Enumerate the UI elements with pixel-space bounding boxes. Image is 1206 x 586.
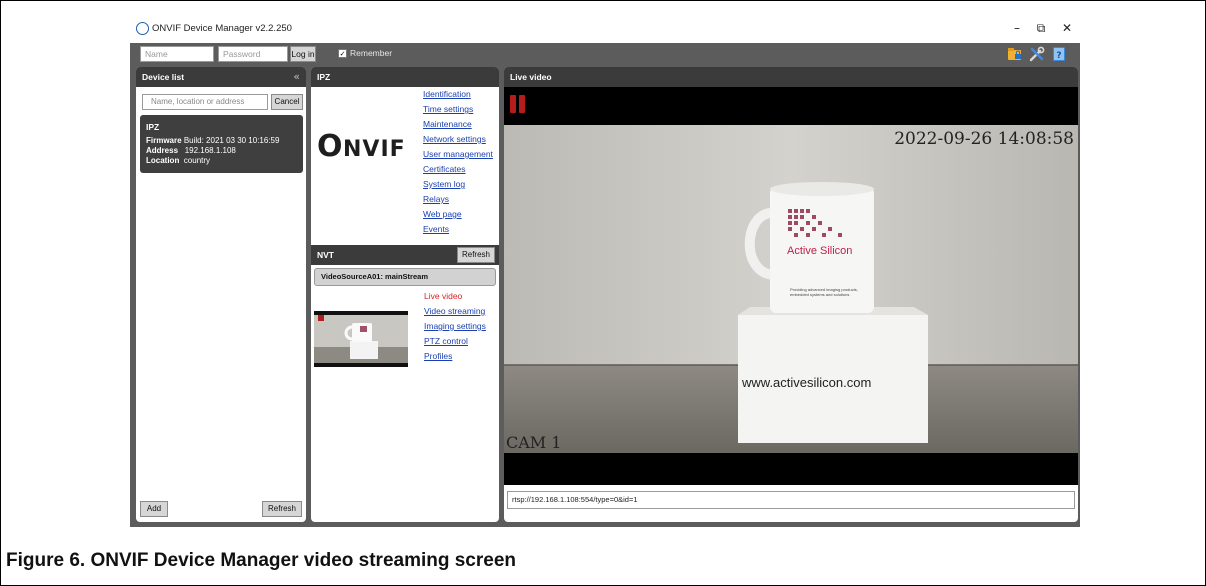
firmware-label: Firmware xyxy=(146,136,182,145)
location-value: country xyxy=(183,156,211,165)
onvif-app-icon xyxy=(136,22,149,35)
stream-link-profiles[interactable]: Profiles xyxy=(424,351,452,361)
tools-icon[interactable] xyxy=(1028,45,1046,63)
app-window: ONVIF Device Manager v2.2.250 – ⧉ ✕ Name… xyxy=(130,15,1080,527)
menu-link-relays[interactable]: Relays xyxy=(423,194,449,204)
svg-text:?: ? xyxy=(1056,51,1061,61)
stream-title[interactable]: VideoSourceA01: mainStream xyxy=(314,268,496,286)
osd-timestamp: 2022-09-26 14:08:58 xyxy=(894,129,1074,149)
video-viewport[interactable]: Active Silicon Providing advanced imagin… xyxy=(504,87,1078,485)
menu-link-events[interactable]: Events xyxy=(423,224,449,234)
mug-tagline-text: Providing advanced imaging products, emb… xyxy=(790,287,858,297)
cancel-button[interactable]: Cancel xyxy=(271,94,303,110)
ipz-header: IPZ xyxy=(311,67,499,87)
remember-checkbox[interactable]: ✓ xyxy=(338,49,347,58)
stream-url-field[interactable]: rtsp://192.168.1.108:554/type=0&id=1 xyxy=(507,491,1075,509)
device-list-panel: Device list « Name, location or address … xyxy=(136,67,306,522)
device-search-input[interactable]: Name, location or address xyxy=(142,94,268,110)
lock-folder-icon[interactable] xyxy=(1006,45,1024,63)
onvif-logo: O NVIF xyxy=(317,129,406,164)
password-input[interactable]: Password xyxy=(218,46,288,62)
box-url-text: www.activesilicon.com xyxy=(742,375,872,390)
refresh-devices-button[interactable]: Refresh xyxy=(262,501,302,517)
menu-link-web-page[interactable]: Web page xyxy=(423,209,462,219)
minimize-button[interactable]: – xyxy=(1006,19,1028,37)
svg-text:O: O xyxy=(317,129,342,164)
stream-link-imaging-settings[interactable]: Imaging settings xyxy=(424,321,486,331)
address-label: Address xyxy=(146,146,179,155)
help-book-icon[interactable]: ? xyxy=(1050,45,1068,63)
pause-icon[interactable] xyxy=(510,95,526,113)
stream-link-video-streaming[interactable]: Video streaming xyxy=(424,306,485,316)
svg-text:NVIF: NVIF xyxy=(343,137,406,162)
live-video-panel: Live video Active Silicon Providing adva… xyxy=(504,67,1078,522)
collapse-icon[interactable]: « xyxy=(293,67,300,87)
menu-link-network-settings[interactable]: Network settings xyxy=(423,134,486,144)
name-input[interactable]: Name xyxy=(140,46,214,62)
nvt-refresh-button[interactable]: Refresh xyxy=(457,247,495,263)
restore-button[interactable]: ⧉ xyxy=(1030,19,1052,37)
mug-brand-text: Active Silicon xyxy=(787,245,853,257)
ipz-panel: IPZ O NVIF Identification Time settings Ma… xyxy=(311,67,499,522)
stream-link-ptz-control[interactable]: PTZ control xyxy=(424,336,468,346)
close-button[interactable]: ✕ xyxy=(1056,19,1078,37)
remember-label: Remember xyxy=(350,48,393,58)
firmware-value: Build: 2021 03 30 10:16:59 xyxy=(183,136,280,145)
title-bar: ONVIF Device Manager v2.2.250 – ⧉ ✕ xyxy=(130,15,1080,43)
menu-link-maintenance[interactable]: Maintenance xyxy=(423,119,472,129)
figure-caption: Figure 6. ONVIF Device Manager video str… xyxy=(6,550,517,571)
menu-link-time-settings[interactable]: Time settings xyxy=(423,104,473,114)
device-list-item[interactable]: IPZ Firmware Build: 2021 03 30 10:16:59 … xyxy=(140,115,303,173)
stream-link-live-video[interactable]: Live video xyxy=(424,291,462,301)
add-device-button[interactable]: Add xyxy=(140,501,168,517)
login-button[interactable]: Log in xyxy=(290,46,316,62)
app-title: ONVIF Device Manager v2.2.250 xyxy=(152,23,292,34)
menu-link-certificates[interactable]: Certificates xyxy=(423,164,466,174)
menu-link-system-log[interactable]: System log xyxy=(423,179,465,189)
login-bar: Name Password Log in ✓ Remember ? xyxy=(130,43,1080,65)
stream-thumbnail[interactable] xyxy=(314,311,408,367)
menu-link-identification[interactable]: Identification xyxy=(423,89,471,99)
menu-link-user-management[interactable]: User management xyxy=(423,149,493,159)
location-label: Location xyxy=(146,156,180,165)
osd-camera-name: CAM 1 xyxy=(506,433,562,452)
live-video-header: Live video xyxy=(504,67,1078,87)
device-name: IPZ xyxy=(146,122,160,132)
address-value: 192.168.1.108 xyxy=(184,146,236,155)
device-list-header: Device list xyxy=(136,67,306,87)
